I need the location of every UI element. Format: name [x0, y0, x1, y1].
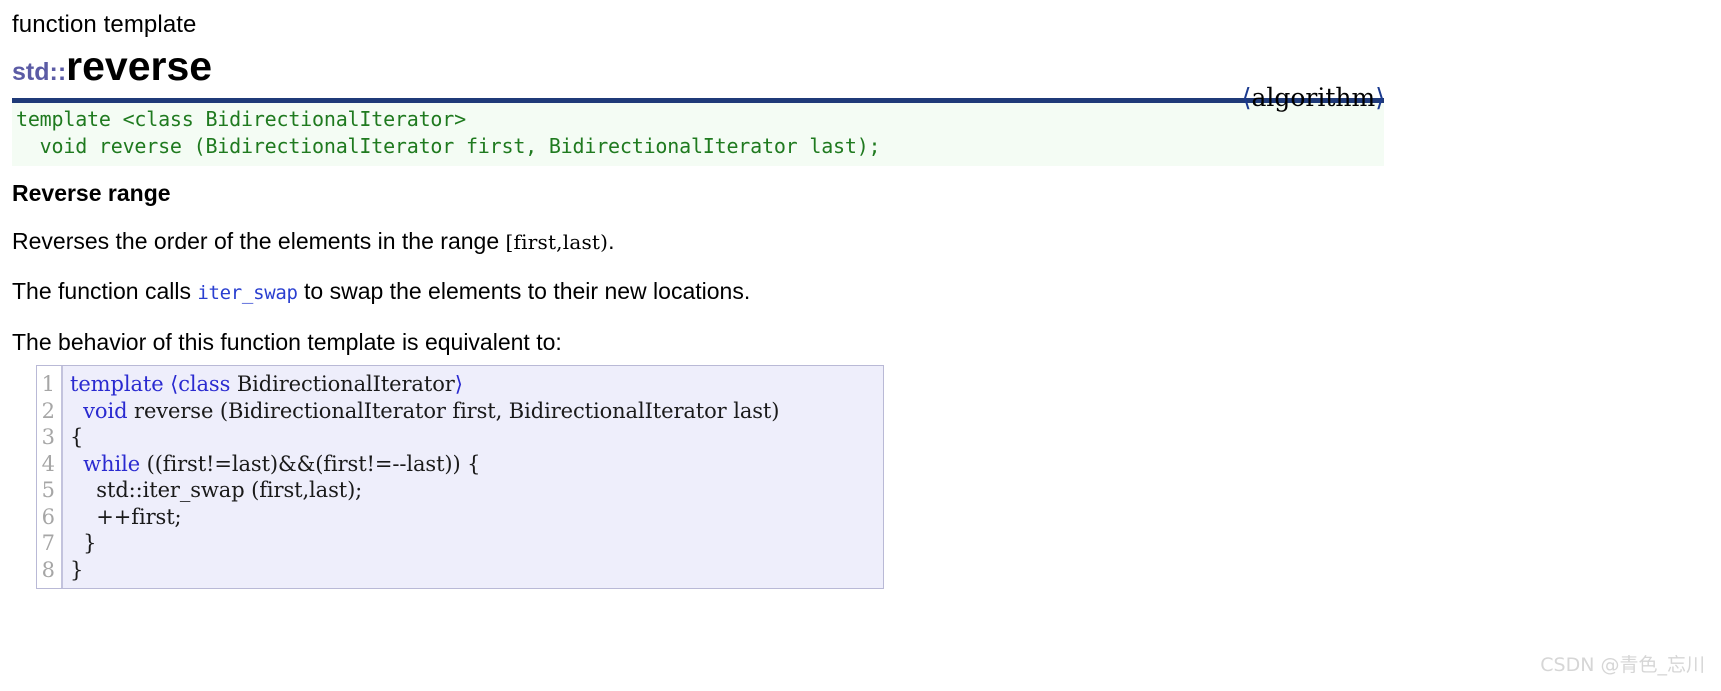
description-paragraph-1: Reverses the order of the elements in th…	[12, 226, 1721, 257]
line-number: 1	[41, 372, 55, 396]
page-header: function template std::reverse ⟨algorith…	[0, 0, 1721, 112]
include-name: algorithm	[1251, 83, 1376, 112]
line-number: 6	[41, 504, 55, 529]
angle-close-icon: ⟩	[1375, 83, 1385, 112]
signature-line-2: void reverse (BidirectionalIterator firs…	[16, 134, 881, 158]
page-title: std::reverse	[12, 42, 212, 96]
code-token: void	[83, 398, 128, 423]
code-token: reverse (BidirectionalIterator first, Bi…	[127, 398, 780, 423]
code-token: }	[70, 531, 97, 555]
signature-block: template <class BidirectionalIterator> v…	[12, 98, 1384, 166]
line-number: 8	[41, 557, 55, 582]
code-token: class	[178, 372, 231, 396]
code-token: std::iter_swap (first,last);	[70, 478, 363, 502]
code-token: ⟩	[454, 372, 463, 396]
code-token: template	[70, 372, 164, 396]
entity-kind-label: function template	[12, 11, 197, 38]
range-notation: [first,last)	[505, 230, 609, 254]
code-token: ((first!=last)&&(first!=--last)) {	[140, 451, 481, 476]
code-token: while	[83, 451, 141, 476]
title-row: std::reverse ⟨algorithm⟩	[12, 42, 1721, 112]
code-content[interactable]: template ⟨class BidirectionalIterator⟩ v…	[63, 366, 883, 588]
angle-open-icon: ⟨	[1241, 83, 1252, 112]
code-line: while ((first!=last)&&(first!=--last)) {	[70, 451, 879, 478]
section-title: Reverse range	[12, 180, 171, 206]
para2-text-after: to swap the elements to their new locati…	[297, 278, 751, 304]
code-line: {	[70, 424, 879, 451]
code-token: ++first;	[70, 504, 182, 529]
iter-swap-link[interactable]: iter_swap	[197, 282, 298, 304]
code-line: template ⟨class BidirectionalIterator⟩	[70, 371, 879, 398]
code-line: }	[70, 557, 879, 584]
description-paragraph-3: The behavior of this function template i…	[12, 329, 562, 355]
line-number: 4	[41, 451, 55, 476]
reference-page: function template std::reverse ⟨algorith…	[0, 0, 1721, 691]
para1-text-before: Reverses the order of the elements in th…	[12, 228, 506, 254]
line-number: 5	[41, 478, 55, 502]
line-number-gutter: 12345678	[37, 366, 63, 588]
description-paragraph-2: The function calls iter_swap to swap the…	[12, 276, 1721, 308]
header-include[interactable]: ⟨algorithm⟩	[1242, 84, 1385, 112]
function-name: reverse	[66, 43, 213, 89]
signature-line-1: template <class BidirectionalIterator>	[16, 107, 466, 131]
line-number: 3	[41, 425, 55, 449]
equivalent-code-block: 12345678 template ⟨class BidirectionalIt…	[36, 365, 884, 589]
code-line: void reverse (BidirectionalIterator firs…	[70, 398, 879, 425]
namespace-prefix: std::	[12, 58, 67, 86]
para2-text-before: The function calls	[12, 278, 198, 304]
line-number: 7	[41, 531, 55, 555]
code-token: {	[70, 425, 84, 449]
code-token: BidirectionalIterator	[230, 372, 455, 396]
code-token: }	[70, 557, 84, 582]
line-number: 2	[41, 398, 55, 423]
code-token: ⟨	[170, 372, 179, 396]
code-line: std::iter_swap (first,last);	[70, 477, 879, 504]
code-line: ++first;	[70, 504, 879, 531]
signature-text: template <class BidirectionalIterator> v…	[12, 103, 1384, 166]
code-line: }	[70, 530, 879, 557]
watermark: CSDN @青色_忘川	[1540, 654, 1705, 676]
para1-text-after: .	[608, 228, 615, 254]
